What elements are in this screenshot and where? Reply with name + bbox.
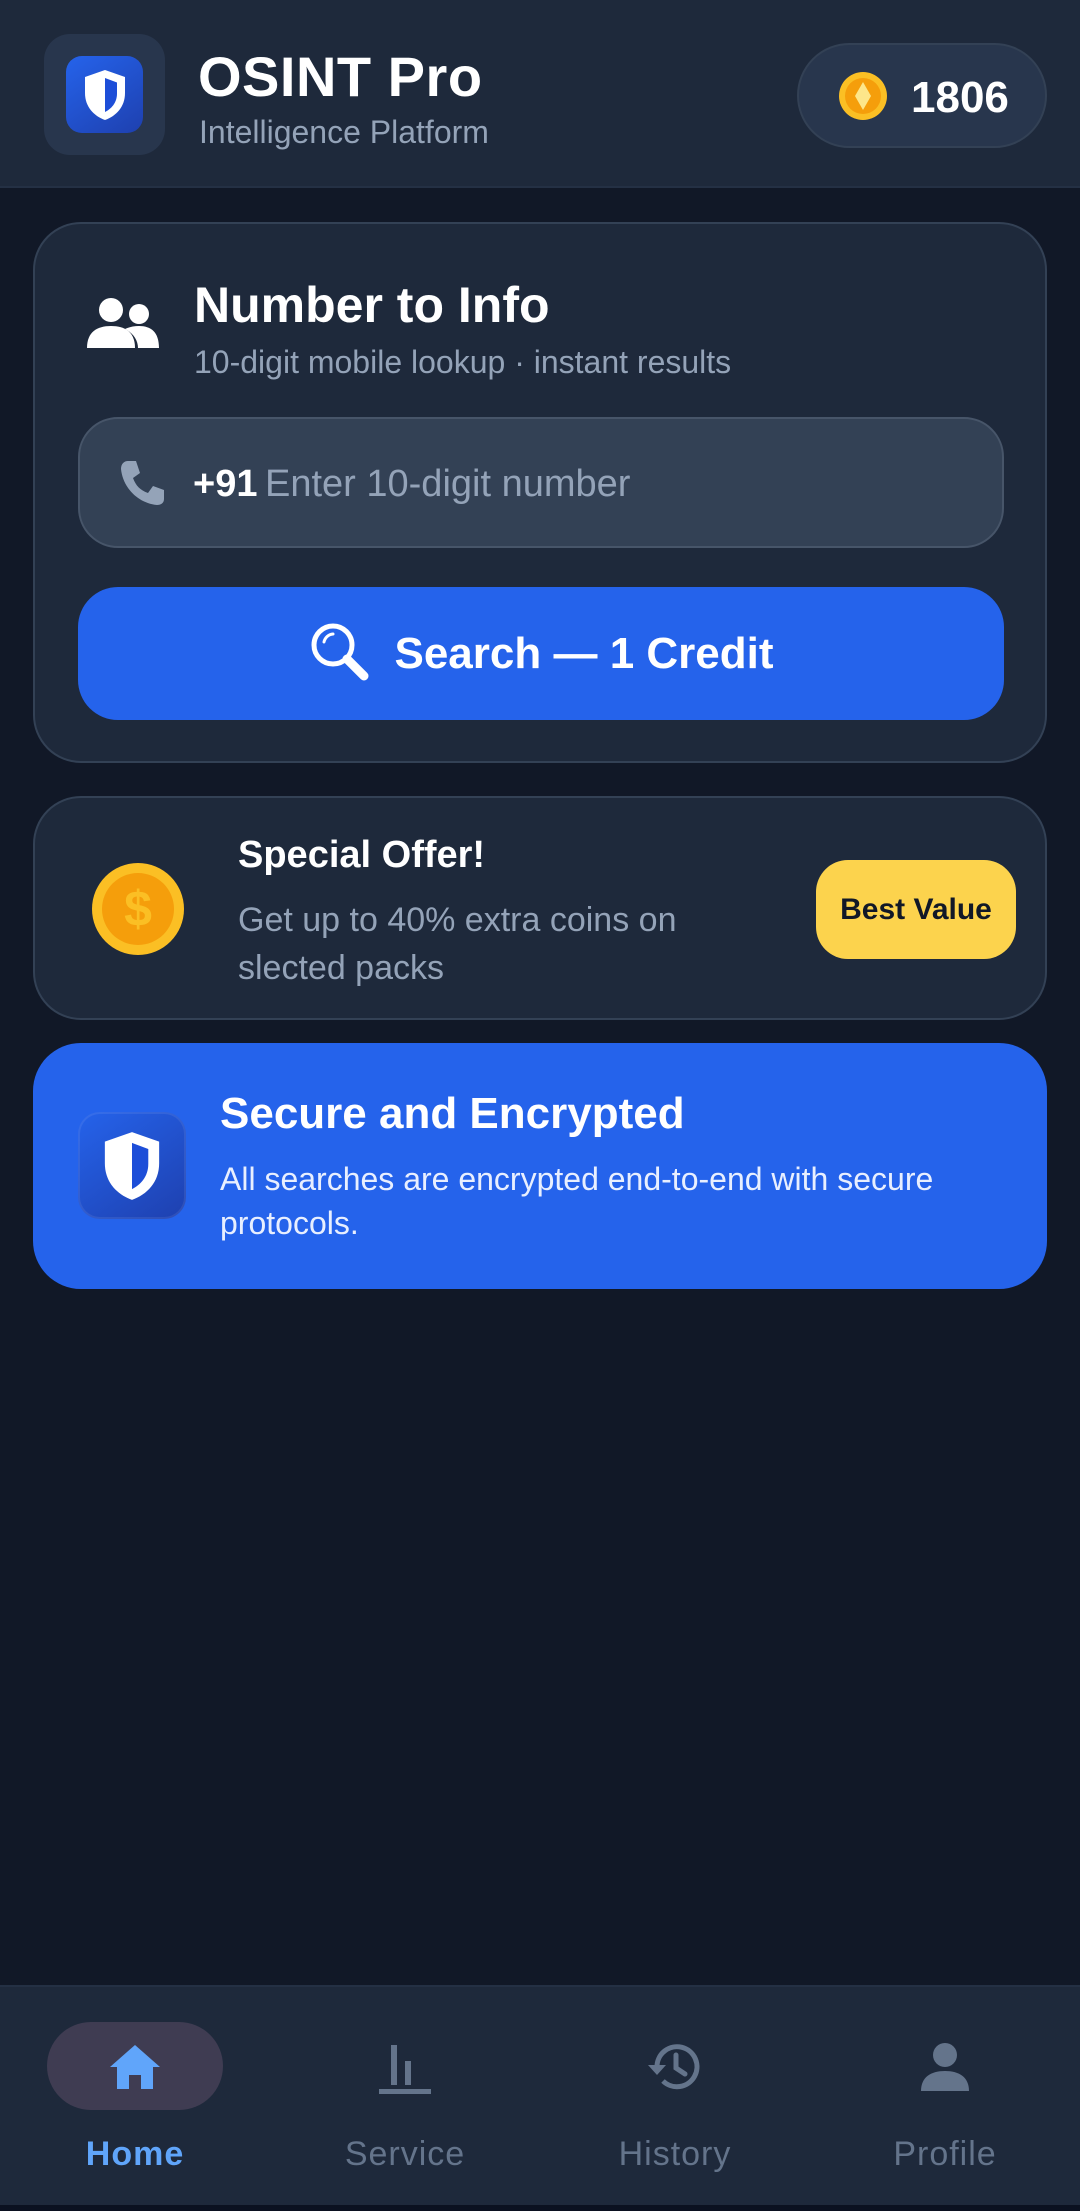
offer-description: Get up to 40% extra coins on slected pac…	[238, 901, 677, 987]
home-icon	[110, 2045, 160, 2089]
app-screen: OSINT Pro Intelligence Platform 1806 Num	[0, 0, 1080, 2211]
secure-description: All searches are encrypted end-to-end wi…	[220, 1161, 934, 1241]
country-code: +91	[193, 463, 258, 505]
shield-icon	[66, 56, 143, 133]
coin-balance[interactable]: 1806	[797, 43, 1047, 148]
nav-item-history[interactable]: History	[540, 1987, 810, 2207]
dollar-coin-icon: $	[91, 862, 185, 961]
search-button[interactable]: Search — 1 Credit	[78, 587, 1004, 720]
secure-title: Secure and Encrypted	[220, 1089, 685, 1138]
shield-icon	[78, 1112, 186, 1219]
search-icon	[308, 620, 370, 687]
nav-item-profile[interactable]: Profile	[810, 1987, 1080, 2207]
history-icon	[648, 2044, 700, 2090]
nav-label-profile: Profile	[893, 2135, 997, 2173]
offer-title: Special Offer!	[238, 834, 486, 876]
lookup-subtitle: 10-digit mobile lookup · instant results	[194, 344, 732, 380]
best-value-badge[interactable]: Best Value	[816, 860, 1016, 959]
nav-item-home[interactable]: Home	[0, 1987, 270, 2207]
special-offer-card[interactable]: $ Special Offer! Get up to 40% extra coi…	[33, 796, 1047, 1020]
search-button-label: Search — 1 Credit	[394, 628, 774, 678]
phone-number-field[interactable]: +91	[78, 417, 1004, 548]
app-logo	[44, 34, 165, 155]
coin-icon	[837, 70, 889, 127]
app-title: OSINT Pro	[198, 45, 483, 108]
nav-label-service: Service	[344, 2135, 466, 2173]
secure-info-card: Secure and Encrypted All searches are en…	[33, 1043, 1047, 1289]
bar-chart-icon	[379, 2045, 431, 2094]
app-header: OSINT Pro Intelligence Platform 1806	[0, 0, 1080, 188]
app-subtitle: Intelligence Platform	[199, 114, 489, 150]
users-icon	[85, 296, 161, 357]
coin-count: 1806	[911, 73, 1009, 122]
phone-number-input[interactable]	[265, 449, 965, 519]
svg-text:$: $	[124, 881, 152, 937]
nav-label-history: History	[618, 2135, 732, 2173]
lookup-title: Number to Info	[194, 277, 550, 333]
number-lookup-card: Number to Info 10-digit mobile lookup · …	[33, 222, 1047, 763]
bottom-navigation: Home Service History Profile	[0, 1985, 1080, 2205]
person-icon	[921, 2043, 969, 2091]
nav-label-home: Home	[85, 2135, 185, 2173]
nav-item-service[interactable]: Service	[270, 1987, 540, 2207]
system-gesture-bar	[0, 2205, 1080, 2211]
phone-icon	[118, 458, 166, 513]
